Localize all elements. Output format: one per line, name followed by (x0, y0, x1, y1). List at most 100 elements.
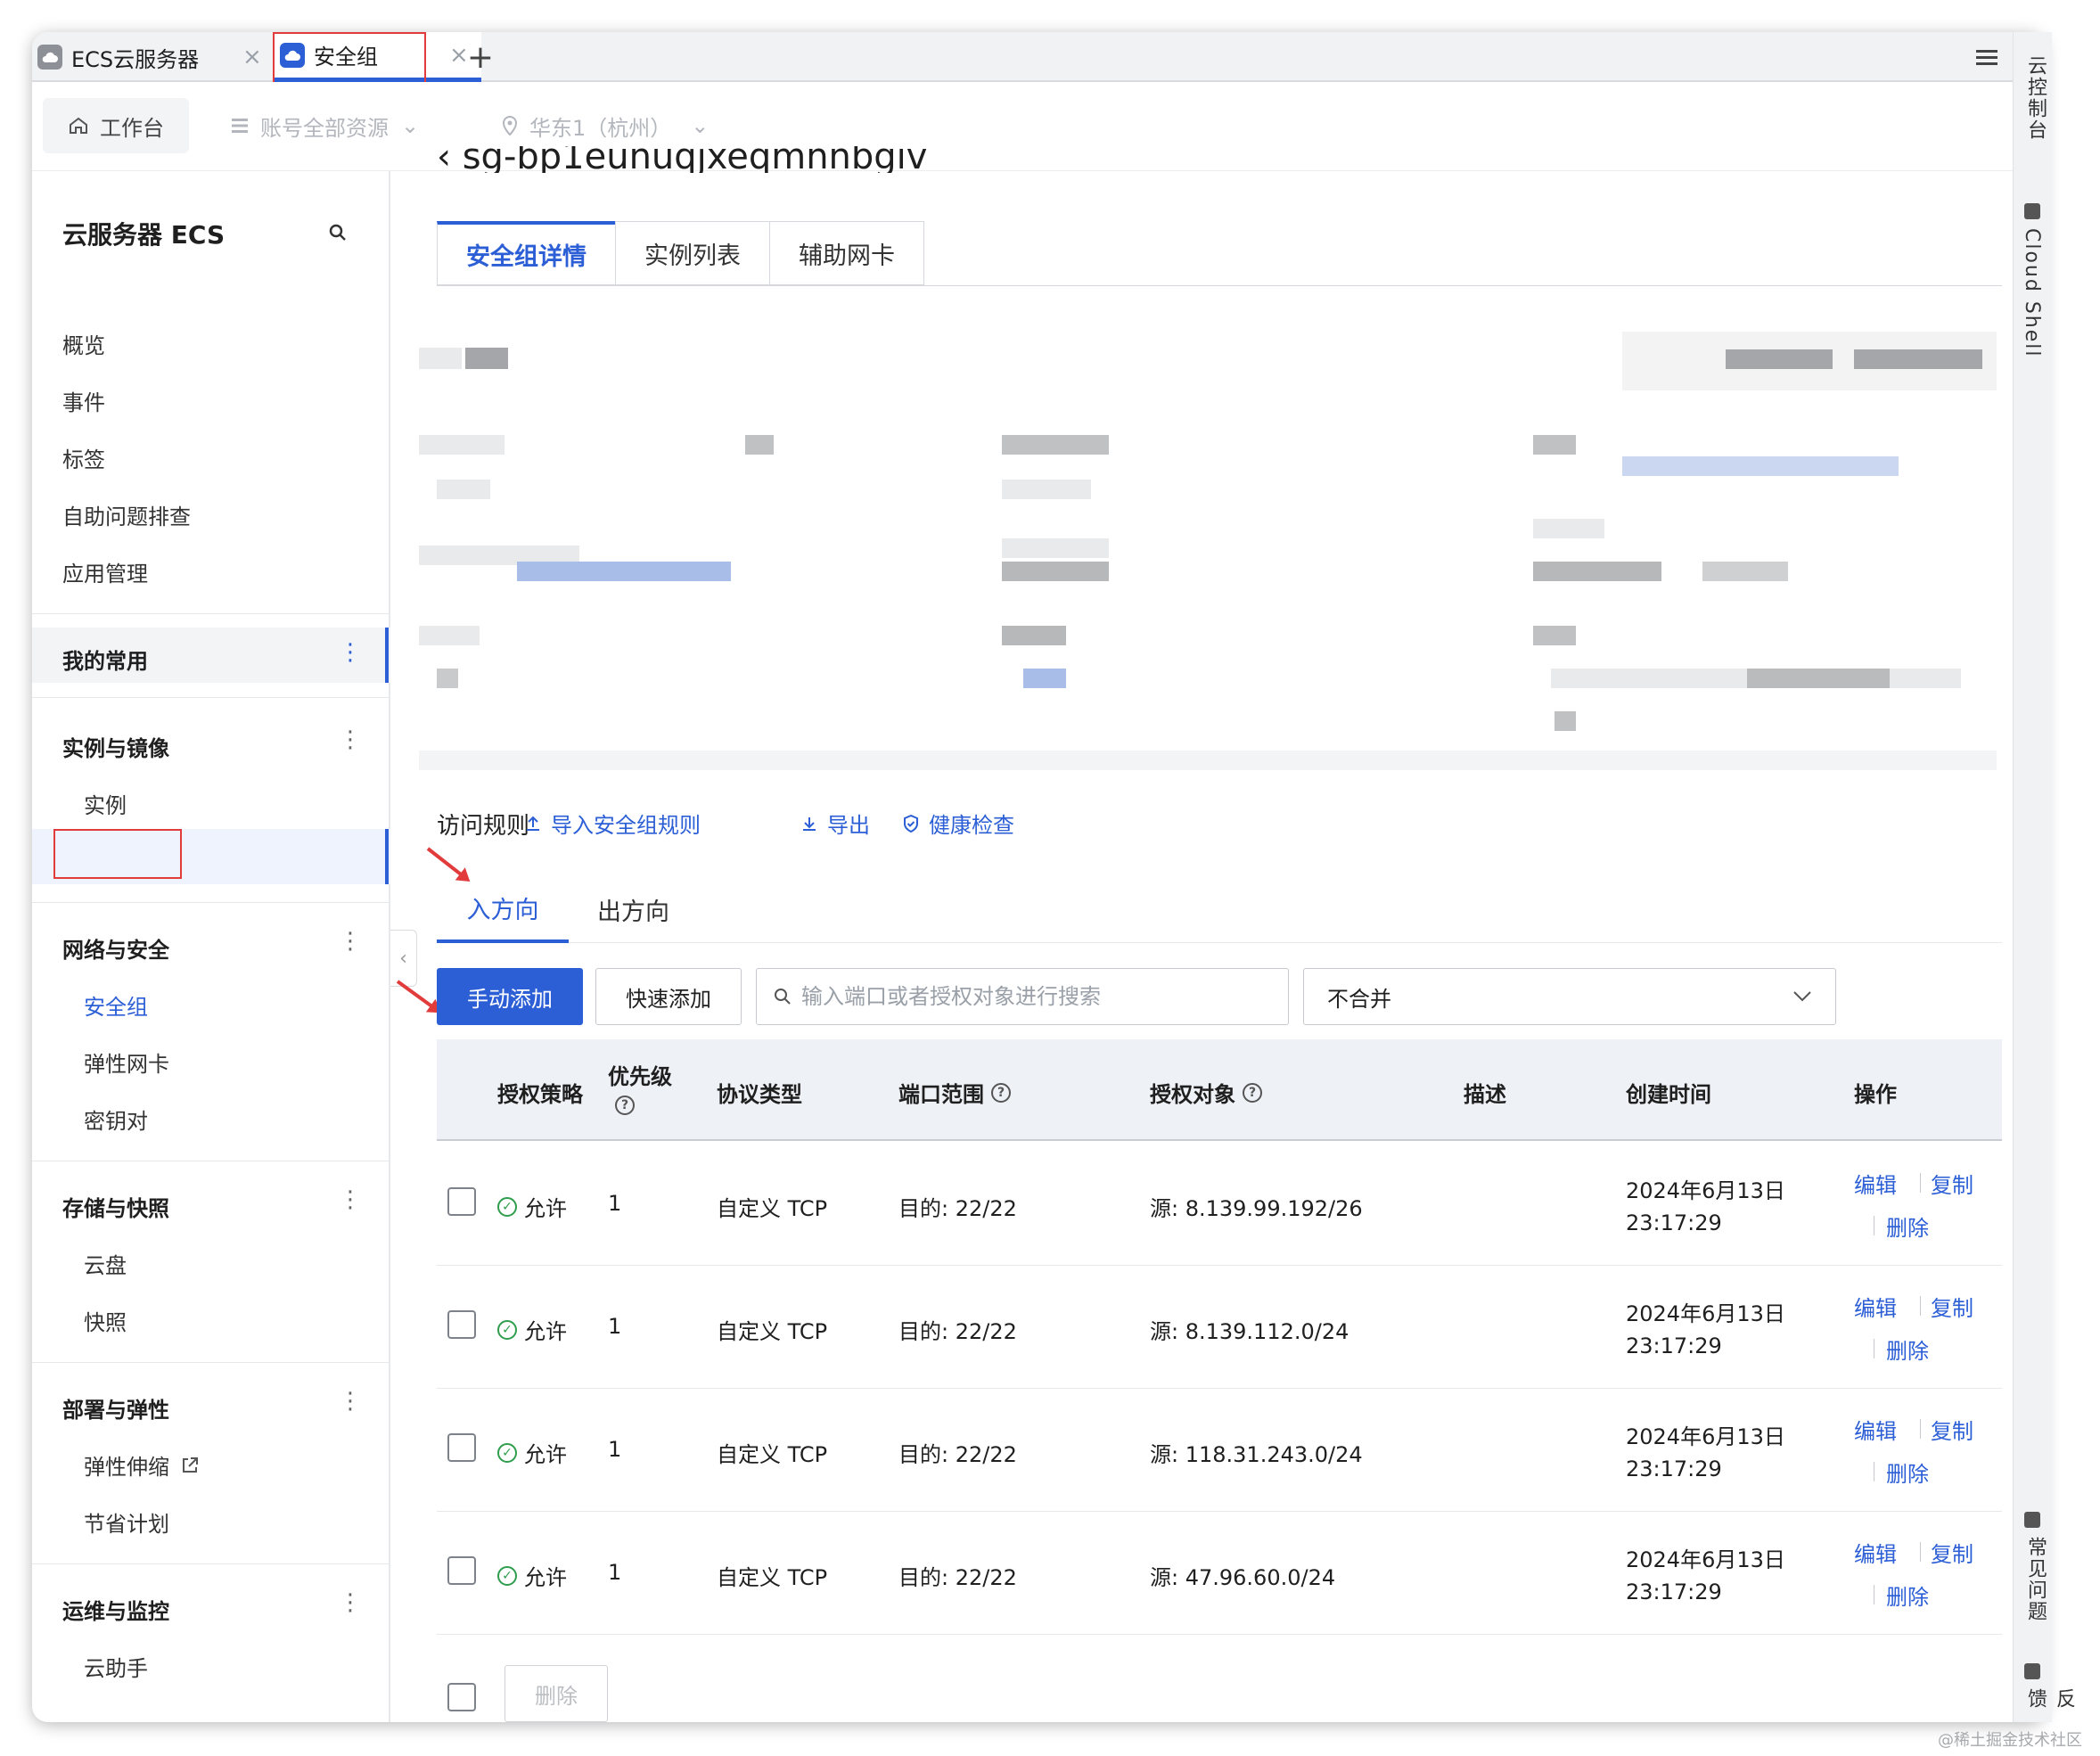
protocol-cell: 自定义 TCP (717, 1319, 828, 1344)
divider (1920, 1419, 1921, 1439)
row-checkbox[interactable] (447, 1433, 476, 1462)
resource-scope-dropdown[interactable]: 账号全部资源 ⌄ (230, 98, 419, 153)
tab-instance-list[interactable]: 实例列表 (615, 221, 770, 285)
target-cell: 源: 47.96.60.0/24 (1150, 1565, 1336, 1590)
edit-link[interactable]: 编辑 (1854, 1168, 1897, 1199)
check-circle-icon: ✓ (497, 1319, 517, 1340)
rule-search-input[interactable] (801, 984, 1283, 1009)
browser-tab-ecs[interactable]: ECS云服务器 × (32, 32, 267, 82)
cloud-shell-tool[interactable]: Cloud Shell (2021, 228, 2043, 358)
row-checkbox[interactable] (447, 1310, 476, 1339)
quick-add-button[interactable]: 快速添加 (595, 968, 742, 1025)
faq-tool[interactable]: 常见问题 (2021, 1537, 2049, 1622)
sidebar-item-disk[interactable]: 云盘 (84, 1248, 127, 1279)
edit-link[interactable]: 编辑 (1854, 1537, 1897, 1568)
sidebar-item-events[interactable]: 事件 (62, 385, 105, 416)
copy-link[interactable]: 复制 (1931, 1291, 1973, 1322)
more-vertical-icon[interactable]: ⋮ (339, 930, 362, 953)
annotation-arrow (396, 980, 438, 1012)
row-checkbox[interactable] (447, 1187, 476, 1216)
divider (1920, 1542, 1921, 1562)
row-checkbox[interactable] (447, 1556, 476, 1585)
created-time: 23:17:29 (1626, 1456, 1722, 1481)
sidebar-group-storage[interactable]: 存储与快照 (62, 1191, 169, 1222)
sidebar-item-eni[interactable]: 弹性网卡 (84, 1046, 169, 1078)
back-arrow-icon[interactable]: ‹ (437, 146, 463, 173)
priority-cell: 1 (608, 1191, 622, 1216)
delete-link[interactable]: 删除 (1886, 1210, 1929, 1242)
browser-tab-label: ECS云服务器 (71, 46, 200, 72)
sidebar-item-keypair[interactable]: 密钥对 (84, 1104, 148, 1135)
home-icon (68, 115, 89, 136)
sidebar-group-instances[interactable]: 实例与镜像 (62, 731, 169, 762)
sidebar-item-snapshot[interactable]: 快照 (84, 1305, 127, 1336)
more-vertical-icon[interactable]: ⋮ (339, 1188, 362, 1211)
copy-link[interactable]: 复制 (1931, 1414, 1973, 1445)
location-pin-icon (501, 115, 519, 136)
sidebar-item-overview[interactable]: 概览 (62, 328, 105, 359)
help-icon[interactable]: ? (1243, 1082, 1262, 1103)
edit-link[interactable]: 编辑 (1854, 1414, 1897, 1445)
new-tab-button[interactable]: + (458, 32, 503, 82)
help-icon[interactable]: ? (991, 1082, 1011, 1103)
copy-link[interactable]: 复制 (1931, 1537, 1973, 1568)
merge-select-value: 不合并 (1327, 986, 1391, 1012)
column-header-priority: 优先级 ? (608, 1059, 672, 1115)
sidebar-group-favorites[interactable]: 我的常用 (62, 644, 148, 675)
workbench-button[interactable]: 工作台 (43, 98, 189, 153)
policy-cell: ✓ 允许 (497, 1191, 567, 1222)
rules-table-header: 授权策略 优先级 ? 协议类型 端口范围 ? 授权对象 ? 描述 创建时间 操作 (437, 1039, 2002, 1141)
active-indicator (385, 829, 389, 884)
sidebar-item-tags[interactable]: 标签 (62, 442, 105, 473)
policy-cell: ✓ 允许 (497, 1437, 567, 1468)
export-link[interactable]: 导出 (800, 808, 870, 839)
more-vertical-icon[interactable]: ⋮ (339, 641, 362, 664)
batch-delete-button: 删除 (504, 1665, 608, 1722)
sidebar-group-network[interactable]: 网络与安全 (62, 932, 169, 964)
port-cell: 目的: 22/22 (898, 1442, 1017, 1467)
column-header-description: 描述 (1464, 1082, 1506, 1107)
rule-search-box[interactable] (756, 968, 1289, 1025)
delete-link[interactable]: 删除 (1886, 1580, 1929, 1611)
table-row: ✓ 允许 1 自定义 TCP 目的: 22/22 源: 8.139.112.0/24 202… (437, 1266, 2002, 1389)
health-check-link[interactable]: 健康检查 (902, 808, 1014, 839)
sidebar-group-ops[interactable]: 运维与监控 (62, 1594, 169, 1625)
tab-inbound[interactable]: 入方向 (437, 875, 569, 943)
sidebar-item-autoscaling[interactable]: 弹性伸缩 (84, 1449, 200, 1481)
sidebar-group-deploy[interactable]: 部署与弹性 (62, 1392, 169, 1424)
tab-outbound[interactable]: 出方向 (597, 875, 686, 943)
tab-security-group-details[interactable]: 安全组详情 (437, 221, 616, 285)
policy-label: 允许 (524, 1442, 567, 1467)
edit-link[interactable]: 编辑 (1854, 1291, 1897, 1322)
sidebar-item-savings-plan[interactable]: 节省计划 (84, 1506, 169, 1538)
copy-link[interactable]: 复制 (1931, 1168, 1973, 1199)
more-vertical-icon[interactable]: ⋮ (339, 1390, 362, 1413)
external-link-icon (180, 1456, 200, 1475)
more-vertical-icon[interactable]: ⋮ (339, 1591, 362, 1614)
sidebar-item-cloud-assistant[interactable]: 云助手 (84, 1651, 148, 1682)
sidebar-item-troubleshoot[interactable]: 自助问题排查 (62, 499, 191, 530)
manual-add-button[interactable]: 手动添加 (437, 968, 583, 1025)
menu-icon[interactable] (1973, 45, 2000, 70)
close-tab-icon[interactable]: × (242, 44, 262, 70)
priority-cell: 1 (608, 1314, 622, 1339)
region-dropdown[interactable]: 华东1（杭州） ⌄ (501, 98, 709, 153)
help-icon[interactable]: ? (615, 1095, 635, 1115)
feedback-tool[interactable]: 反馈 (2021, 1688, 2078, 1719)
port-cell: 目的: 22/22 (898, 1565, 1017, 1590)
delete-link[interactable]: 删除 (1886, 1456, 1929, 1488)
import-rules-link[interactable]: 导入安全组规则 (524, 808, 701, 839)
sidebar-item-app-management[interactable]: 应用管理 (62, 556, 148, 587)
select-all-checkbox[interactable] (447, 1683, 476, 1711)
search-icon[interactable] (326, 221, 349, 244)
browser-window: ECS云服务器 × 安全组 × + ⋮ 工作台 账号全部资源 ⌄ 华东1（杭州）… (32, 32, 2045, 1722)
sidebar-item-instance[interactable]: 实例 (84, 788, 127, 819)
sidebar-item-security-group[interactable]: 安全组 (84, 989, 148, 1021)
tab-secondary-eni[interactable]: 辅助网卡 (769, 221, 924, 285)
column-header-port: 端口范围 ? (898, 1077, 1011, 1108)
console-tool[interactable]: 云控制台 (2021, 55, 2049, 141)
merge-select[interactable]: 不合并 (1303, 968, 1836, 1025)
policy-cell: ✓ 允许 (497, 1560, 567, 1591)
more-vertical-icon[interactable]: ⋮ (339, 728, 362, 751)
delete-link[interactable]: 删除 (1886, 1333, 1929, 1365)
